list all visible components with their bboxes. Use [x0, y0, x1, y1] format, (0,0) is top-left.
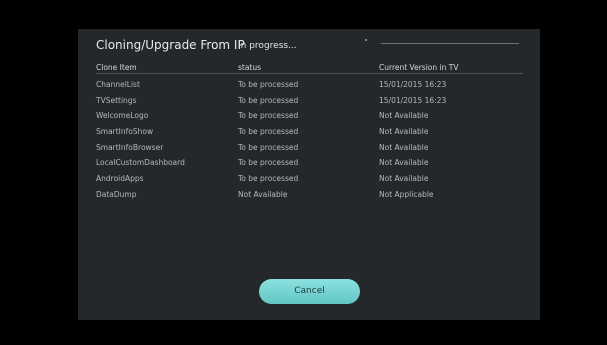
clone-item-name: SmartInfoBrowser [96, 142, 164, 152]
table-row: LocalCustomDashboard To be processed Not… [78, 155, 540, 171]
clone-item-status: To be processed [238, 158, 299, 168]
column-header-current-version: Current Version in TV [379, 63, 459, 72]
clone-item-version: Not Available [379, 158, 429, 168]
cancel-button[interactable]: Cancel [259, 279, 360, 304]
progress-marker-dot [365, 39, 367, 41]
clone-item-name: AndroidApps [96, 174, 144, 184]
clone-item-status: Not Available [238, 189, 288, 199]
clone-item-status: To be processed [238, 111, 299, 121]
clone-item-version: 15/01/2015 16:23 [379, 80, 447, 89]
clone-item-status: To be processed [238, 80, 299, 89]
clone-items-table: ChannelList To be processed 15/01/2015 1… [78, 77, 540, 203]
table-row: AndroidApps To be processed Not Availabl… [78, 171, 540, 187]
clone-item-name: SmartInfoShow [96, 127, 154, 137]
cloning-dialog: Cloning/Upgrade From IP In progress... C… [78, 29, 540, 320]
clone-item-name: TVSettings [96, 95, 137, 105]
table-row: DataDump Not Available Not Applicable [78, 187, 540, 203]
header-divider [96, 73, 523, 74]
clone-item-version: Not Available [379, 174, 429, 184]
clone-item-name: LocalCustomDashboard [96, 158, 185, 168]
table-row: WelcomeLogo To be processed Not Availabl… [78, 108, 540, 124]
table-row: TVSettings To be processed 15/01/2015 16… [78, 93, 540, 109]
clone-item-version: Not Available [379, 127, 429, 137]
clone-item-name: WelcomeLogo [96, 111, 149, 121]
progress-status-text: In progress... [238, 41, 297, 51]
clone-item-version: Not Applicable [379, 189, 434, 199]
progress-bar [381, 43, 519, 44]
clone-item-status: To be processed [238, 127, 299, 137]
clone-item-version: Not Available [379, 111, 429, 121]
clone-item-version: Not Available [379, 142, 429, 152]
clone-item-name: ChannelList [96, 80, 140, 89]
table-row: ChannelList To be processed 15/01/2015 1… [78, 77, 540, 93]
clone-item-status: To be processed [238, 142, 299, 152]
clone-item-version: 15/01/2015 16:23 [379, 95, 447, 105]
clone-item-status: To be processed [238, 95, 299, 105]
tv-screen: Cloning/Upgrade From IP In progress... C… [0, 0, 607, 345]
table-row: SmartInfoShow To be processed Not Availa… [78, 124, 540, 140]
column-header-status: status [238, 63, 262, 72]
column-header-clone-item: Clone Item [96, 63, 137, 72]
clone-item-name: DataDump [96, 189, 137, 199]
dialog-title: Cloning/Upgrade From IP [96, 38, 245, 52]
table-row: SmartInfoBrowser To be processed Not Ava… [78, 140, 540, 156]
clone-item-status: To be processed [238, 174, 299, 184]
